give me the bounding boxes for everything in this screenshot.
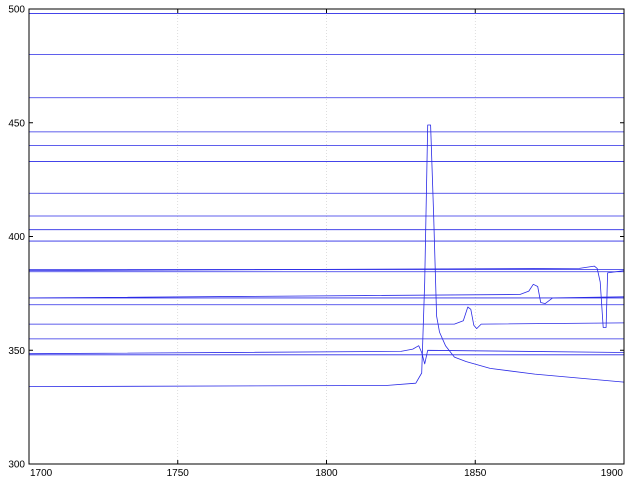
grid-lines bbox=[177, 9, 476, 464]
y-tick-label: 300 bbox=[8, 460, 25, 471]
series-line bbox=[29, 306, 625, 330]
tick-labels: 1700 1750 1800 1850 1900 300 350 400 450 500 bbox=[8, 5, 623, 480]
y-tick-label: 500 bbox=[8, 5, 25, 16]
tick-marks bbox=[28, 8, 625, 465]
x-tick-label: 1700 bbox=[30, 468, 53, 479]
y-tick-label: 450 bbox=[8, 118, 25, 129]
y-tick-label: 400 bbox=[8, 232, 25, 243]
x-tick-label: 1900 bbox=[601, 468, 624, 479]
x-tick-label: 1800 bbox=[315, 468, 338, 479]
plot-frame bbox=[28, 8, 625, 465]
x-tick-label: 1750 bbox=[167, 468, 190, 479]
line-chart: 1700 1750 1800 1850 1900 300 350 400 450 500 bbox=[8, 5, 625, 480]
y-tick-label: 350 bbox=[8, 346, 25, 357]
x-tick-label: 1850 bbox=[464, 468, 487, 479]
